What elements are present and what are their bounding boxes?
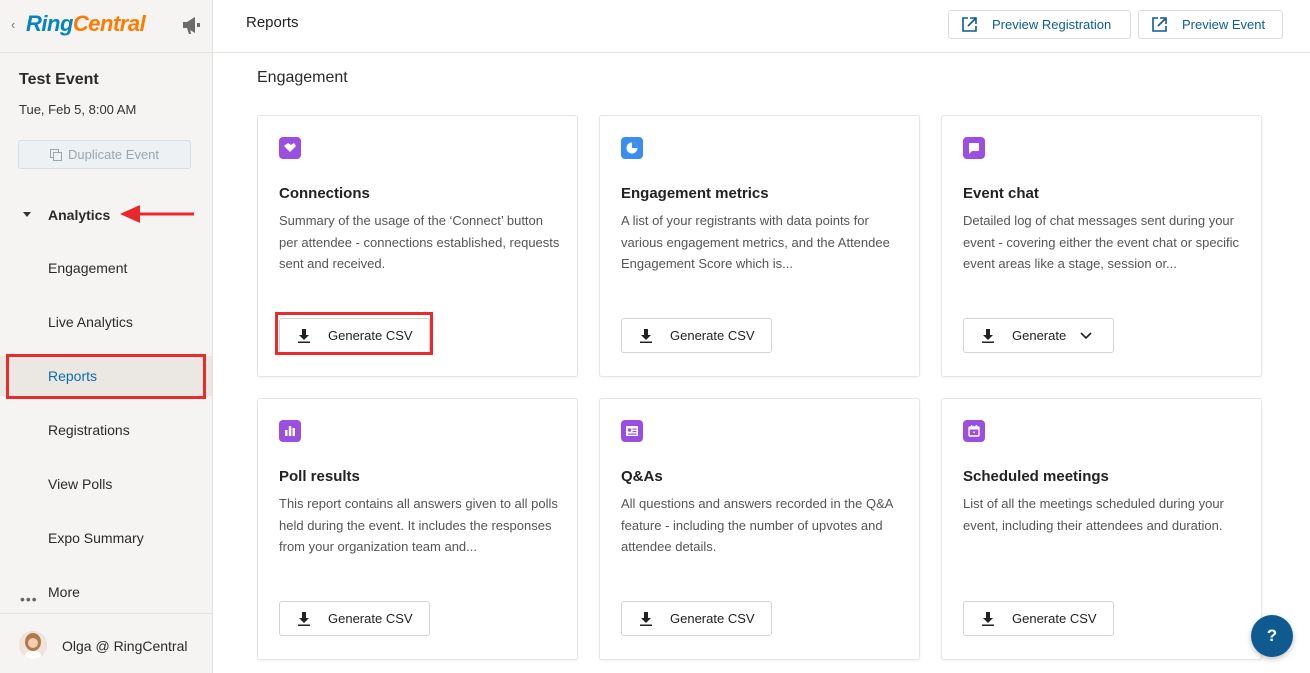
- help-button[interactable]: ?: [1251, 615, 1293, 657]
- chevron-down-icon: [1080, 331, 1092, 339]
- preview-registration-button[interactable]: Preview Registration: [948, 10, 1131, 39]
- caret-down-icon: [23, 212, 31, 217]
- handshake-icon: [279, 137, 301, 159]
- red-highlight-annotation: [6, 354, 206, 399]
- report-card-qas: Q&As All questions and answers recorded …: [599, 398, 920, 660]
- sidebar-item-live-analytics[interactable]: Live Analytics: [0, 302, 212, 342]
- sidebar-item-more[interactable]: More: [0, 572, 212, 612]
- generate-csv-button[interactable]: Generate CSV: [621, 601, 772, 636]
- report-card-event-chat: Event chat Detailed log of chat messages…: [941, 115, 1262, 377]
- qa-icon: [621, 420, 643, 442]
- avatar: [19, 631, 47, 659]
- sidebar: ‹ RingCentral Test Event Tue, Feb 5, 8:0…: [0, 0, 213, 673]
- download-icon: [298, 611, 310, 626]
- event-title: Test Event: [19, 71, 99, 88]
- sidebar-item-expo-summary[interactable]: Expo Summary: [0, 518, 212, 558]
- bar-chart-icon: [279, 420, 301, 442]
- external-link-icon: [1152, 17, 1167, 32]
- user-profile[interactable]: Olga @ RingCentral: [0, 613, 212, 673]
- event-date: Tue, Feb 5, 8:00 AM: [19, 102, 137, 117]
- pie-chart-icon: [621, 137, 643, 159]
- download-icon: [640, 328, 652, 343]
- page-title: Reports: [246, 14, 299, 31]
- external-link-icon: [962, 17, 977, 32]
- preview-event-button[interactable]: Preview Event: [1138, 10, 1283, 39]
- generate-dropdown-button[interactable]: Generate: [963, 318, 1114, 353]
- back-chevron-icon[interactable]: ‹: [11, 17, 15, 32]
- ringcentral-logo[interactable]: RingCentral: [26, 11, 146, 37]
- generate-csv-button[interactable]: Generate CSV: [621, 318, 772, 353]
- sidebar-item-view-polls[interactable]: View Polls: [0, 464, 212, 504]
- logo-row: ‹ RingCentral: [0, 0, 212, 53]
- red-highlight-annotation: [275, 312, 433, 355]
- red-arrow-annotation: [120, 205, 194, 223]
- generate-csv-button[interactable]: Generate CSV: [963, 601, 1114, 636]
- download-icon: [640, 611, 652, 626]
- section-title: Engagement: [257, 69, 348, 86]
- download-icon: [982, 328, 994, 343]
- top-bar: Reports Preview Registration Preview Eve…: [213, 0, 1310, 53]
- analytics-label: Analytics: [48, 207, 111, 223]
- copy-icon: [49, 148, 62, 161]
- calendar-icon: [963, 420, 985, 442]
- generate-csv-button[interactable]: Generate CSV: [279, 601, 430, 636]
- report-card-poll-results: Poll results This report contains all an…: [257, 398, 578, 660]
- avatar-image-icon: [19, 631, 47, 659]
- download-icon: [982, 611, 994, 626]
- report-card-engagement-metrics: Engagement metrics A list of your regist…: [599, 115, 920, 377]
- sidebar-item-engagement[interactable]: Engagement: [0, 248, 212, 288]
- report-card-scheduled-meetings: Scheduled meetings List of all the meeti…: [941, 398, 1262, 660]
- duplicate-event-label: Duplicate Event: [67, 147, 160, 162]
- megaphone-icon[interactable]: [180, 14, 204, 36]
- chat-icon: [963, 137, 985, 159]
- user-name: Olga @ RingCentral: [62, 638, 188, 654]
- sidebar-item-registrations[interactable]: Registrations: [0, 410, 212, 450]
- duplicate-event-button[interactable]: Duplicate Event: [18, 140, 191, 169]
